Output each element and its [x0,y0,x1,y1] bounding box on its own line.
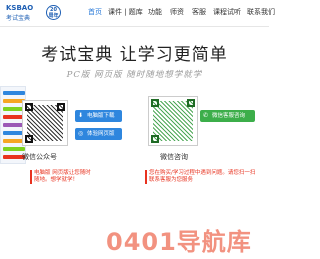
wechat-icon: ✆ [203,112,209,119]
web-version-button[interactable]: ◎ 体验网页版 [75,128,122,140]
wechat-service-label: 微信客服咨询 [212,113,246,119]
nav-trial[interactable]: 课程试听 [213,7,241,17]
left-note: 电脑版 网页版让您随时 随地。想学就学！ [34,170,91,183]
wechat-official-qr-code [22,100,68,146]
nav-courses-questions[interactable]: 课件 | 题库 [108,7,143,17]
nav-home[interactable]: 首页 [88,7,102,17]
wechat-official-label: 微信公众号 [22,153,57,161]
right-note: 您在购买/学习过程中遇到问题。请您扫一扫联系客服为您服务 [149,170,256,183]
app-bar [3,91,25,95]
hero-title: 考试宝典 让学习更简单 [41,45,228,65]
left-note-marker [30,170,32,184]
wechat-consult-qr-code [148,96,198,146]
app-bar [3,147,25,151]
pc-download-button[interactable]: ⬇ 电脑版下载 [75,110,122,122]
nav-features[interactable]: 功能 [148,7,162,17]
ksbao-logo[interactable]: KSBAO 考试宝典 20 周年 [6,4,61,22]
pc-download-label: 电脑版下载 [87,113,115,119]
nav-service[interactable]: 客服 [192,7,206,17]
anniversary-badge: 20 周年 [46,5,61,20]
wechat-consult-label: 微信咨询 [160,153,188,161]
nav-teachers[interactable]: 师资 [170,7,184,17]
hero-subtitle: PC版 网页版 随时随地想学就学 [66,70,203,80]
nav-contact[interactable]: 联系我们 [247,7,275,17]
top-header: KSBAO 考试宝典 20 周年 首页 课件 | 题库 功能 师资 客服 课程试听… [0,0,275,27]
right-note-marker [145,170,147,184]
logo-name: 考试宝典 [6,15,31,22]
download-icon: ⬇ [78,112,84,119]
logo-mark: KSBAO [6,4,34,12]
watermark: 0401导航库 [106,228,252,256]
web-version-label: 体验网页版 [87,131,115,137]
globe-icon: ◎ [78,130,84,137]
wechat-service-button[interactable]: ✆ 微信客服咨询 [200,110,255,122]
